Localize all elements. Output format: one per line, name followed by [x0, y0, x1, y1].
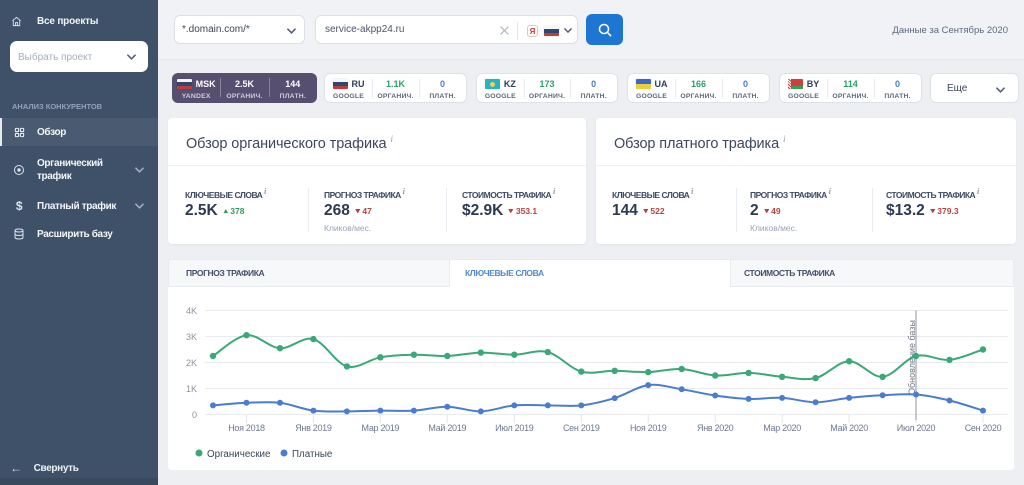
svg-text:Ноя 2018: Ноя 2018 — [228, 423, 265, 433]
svg-text:0: 0 — [192, 410, 197, 420]
svg-text:Май 2020: Май 2020 — [830, 423, 868, 433]
svg-text:Янв 2020: Янв 2020 — [697, 423, 734, 433]
svg-text:Органические: Органические — [207, 449, 271, 460]
svg-text:Сен 2020: Сен 2020 — [965, 423, 1002, 433]
svg-text:Платные: Платные — [292, 449, 333, 460]
svg-text:Мар 2019: Мар 2019 — [362, 423, 400, 433]
svg-text:2K: 2K — [186, 358, 197, 368]
svg-text:Ноя 2019: Ноя 2019 — [630, 423, 667, 433]
svg-text:Июл 2019: Июл 2019 — [495, 423, 534, 433]
svg-text:4K: 4K — [186, 306, 197, 316]
svg-text:Сен 2019: Сен 2019 — [563, 423, 600, 433]
svg-text:Мар 2020: Мар 2020 — [763, 423, 801, 433]
svg-text:Май 2019: Май 2019 — [428, 423, 466, 433]
svg-text:3K: 3K — [186, 332, 197, 342]
svg-text:1K: 1K — [186, 384, 197, 394]
svg-text:Янв 2019: Янв 2019 — [295, 423, 332, 433]
svg-text:Июл 2020: Июл 2020 — [897, 423, 936, 433]
